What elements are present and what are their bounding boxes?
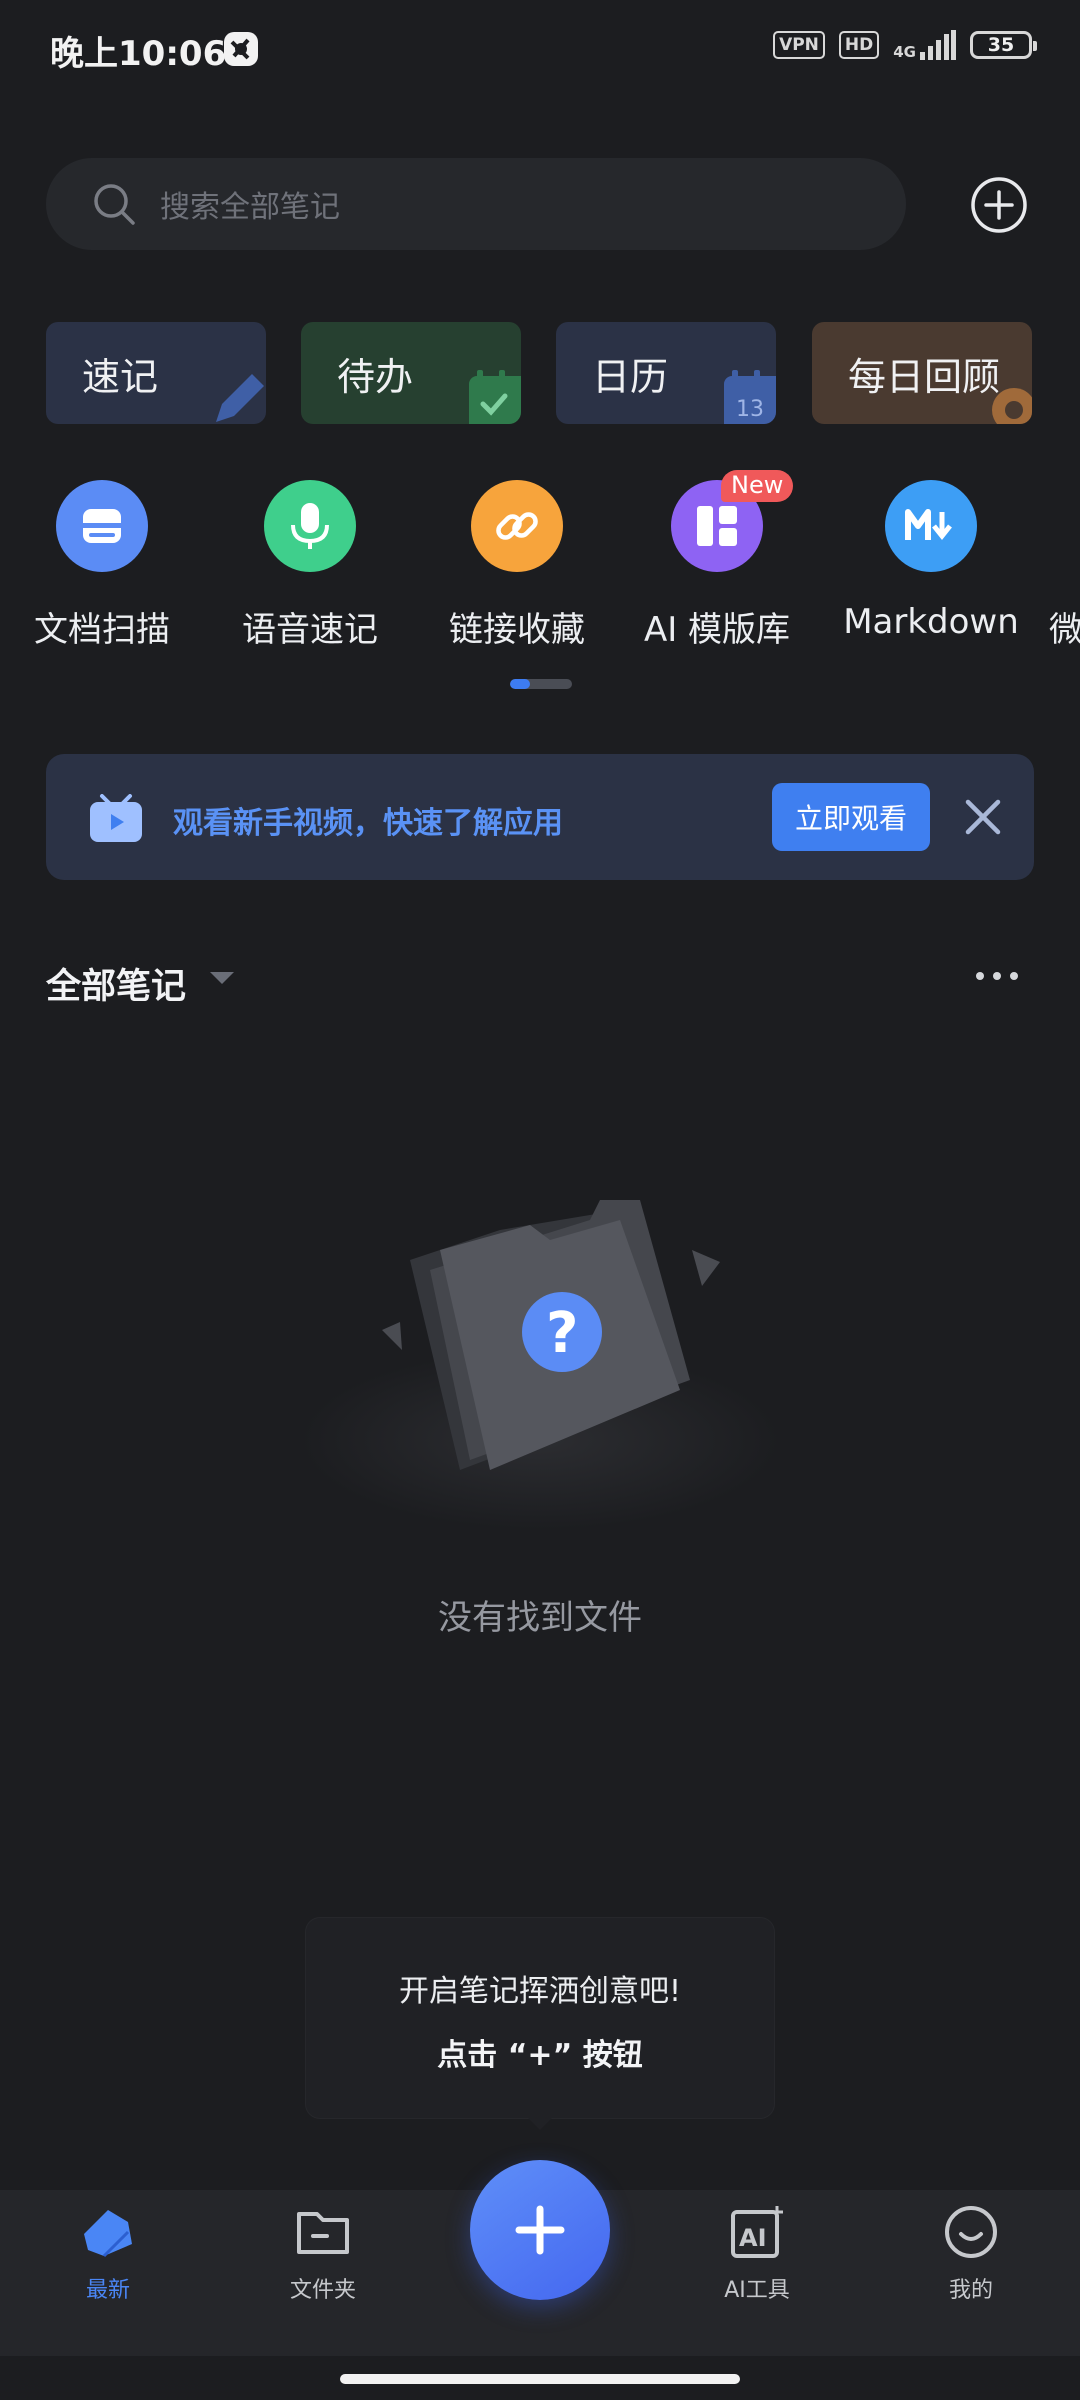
chevron-down-icon[interactable] bbox=[210, 972, 234, 984]
link-icon bbox=[471, 480, 563, 572]
calendar-icon: 13 bbox=[724, 370, 776, 424]
latest-icon bbox=[84, 2210, 132, 2258]
template-icon: New bbox=[671, 470, 794, 572]
nav-item-me[interactable]: 我的 bbox=[891, 2204, 1051, 2304]
svg-text:AI: AI bbox=[739, 2224, 767, 2252]
tool-label: 微 bbox=[1049, 610, 1080, 650]
tool-label: 语音速记 bbox=[242, 610, 378, 650]
search-icon bbox=[94, 184, 135, 225]
page-indicator-active bbox=[510, 679, 530, 689]
onboarding-tooltip: 开启笔记挥洒创意吧! 点击 “+” 按钮 bbox=[306, 1918, 774, 2130]
tool-ai-templates[interactable]: New AI 模版库 bbox=[617, 470, 817, 651]
quick-card-label: 速记 bbox=[82, 354, 159, 399]
nav-item-latest[interactable]: 最新 bbox=[28, 2204, 188, 2304]
tooltip-line1: 开启笔记挥洒创意吧! bbox=[398, 1974, 682, 2009]
quick-card-label: 每日回顾 bbox=[848, 354, 1001, 399]
vpn-badge: VPN bbox=[773, 31, 825, 59]
quick-card-label: 待办 bbox=[337, 354, 414, 399]
quick-card-quicknote[interactable]: 速记 bbox=[46, 322, 266, 424]
microphone-icon bbox=[264, 480, 356, 572]
svg-text:?: ? bbox=[546, 1301, 578, 1366]
ai-tools-icon: AI bbox=[731, 2206, 783, 2258]
nav-label: 我的 bbox=[948, 2278, 993, 2303]
plus-icon bbox=[515, 2205, 565, 2255]
banner-text: 观看新手视频，快速了解应用 bbox=[173, 806, 563, 841]
review-icon bbox=[992, 388, 1032, 424]
quick-card-todo[interactable]: 待办 bbox=[301, 322, 521, 424]
quick-card-daily-review[interactable]: 每日回顾 bbox=[812, 322, 1032, 424]
quick-card-calendar[interactable]: 日历 13 bbox=[556, 322, 776, 424]
tutorial-banner[interactable]: 观看新手视频，快速了解应用 立即观看 bbox=[46, 754, 1034, 880]
network-type: 4G bbox=[893, 43, 916, 61]
partial-icon bbox=[982, 480, 1074, 572]
checklist-icon bbox=[469, 370, 521, 424]
scan-icon bbox=[56, 480, 148, 572]
hd-badge: HD bbox=[838, 31, 880, 59]
battery-indicator: 35 bbox=[970, 31, 1037, 59]
tool-partial[interactable]: 微 bbox=[968, 480, 1080, 651]
nav-label: AI工具 bbox=[724, 2278, 790, 2303]
signal-icon bbox=[920, 30, 956, 60]
search-placeholder: 搜索全部笔记 bbox=[160, 190, 340, 225]
status-indicators: VPN HD 4G 35 bbox=[773, 30, 1037, 61]
new-badge: New bbox=[721, 470, 794, 502]
nav-item-ai-tools[interactable]: AI AI工具 bbox=[677, 2204, 837, 2304]
tool-doc-scan[interactable]: 文档扫描 bbox=[2, 480, 202, 651]
tool-label: 链接收藏 bbox=[449, 610, 585, 650]
close-icon[interactable] bbox=[964, 798, 1002, 836]
nav-label: 文件夹 bbox=[289, 2278, 356, 2303]
tool-link-save[interactable]: 链接收藏 bbox=[417, 480, 617, 651]
add-circle-icon[interactable] bbox=[970, 176, 1028, 234]
tooltip-line2: 点击 “+” 按钮 bbox=[437, 2038, 643, 2073]
notes-filter-title[interactable]: 全部笔记 bbox=[46, 958, 186, 1009]
empty-folder-illustration: ? bbox=[300, 1200, 780, 1530]
svg-text:13: 13 bbox=[736, 397, 764, 422]
quick-card-label: 日历 bbox=[592, 354, 669, 399]
nav-item-folders[interactable]: 文件夹 bbox=[243, 2204, 403, 2304]
folder-icon bbox=[297, 2212, 349, 2254]
add-note-button[interactable] bbox=[470, 2160, 610, 2300]
watch-now-button[interactable]: 立即观看 bbox=[772, 783, 930, 851]
tool-label: 文档扫描 bbox=[34, 610, 170, 650]
markdown-icon bbox=[885, 480, 977, 572]
notification-icon bbox=[224, 32, 258, 66]
pencil-icon bbox=[216, 374, 264, 422]
empty-state-text: 没有找到文件 bbox=[438, 1598, 642, 1638]
home-indicator[interactable] bbox=[340, 2374, 740, 2384]
nav-label: 最新 bbox=[85, 2278, 130, 2303]
page-indicator bbox=[510, 679, 572, 689]
search-input[interactable]: 搜索全部笔记 bbox=[46, 158, 906, 250]
profile-icon bbox=[945, 2206, 997, 2258]
video-tv-icon bbox=[90, 794, 142, 842]
status-time: 晚上10:06 bbox=[50, 34, 227, 74]
more-options-icon[interactable] bbox=[976, 972, 1018, 980]
tool-voice-note[interactable]: 语音速记 bbox=[210, 480, 410, 651]
tool-label: AI 模版库 bbox=[643, 610, 791, 650]
